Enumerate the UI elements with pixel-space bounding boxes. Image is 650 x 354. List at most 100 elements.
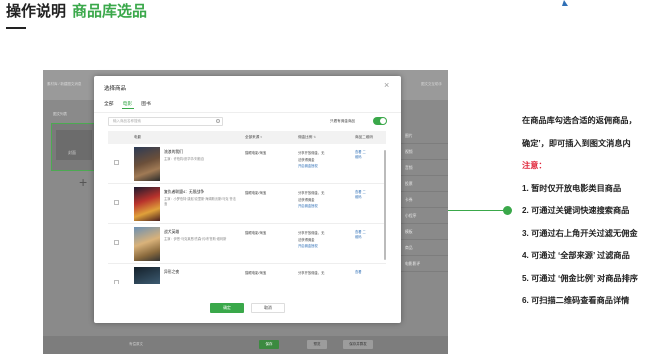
insert-item[interactable]: 投票 [401,176,448,192]
ratio-text: 分享开放佣金，无 [298,151,325,155]
ratio-text: 分享开放佣金，无 [298,191,325,195]
row-checkbox[interactable] [114,200,119,205]
movie-poster [134,147,160,181]
divider [94,112,401,113]
slide: 操作说明 商品库选品 素材库 / 新建图文消息 图文交互助手 图文列表 封面 + … [0,0,650,354]
commission-filter-toggle[interactable] [373,117,387,125]
select-goods-dialog: 选择商品 × 全部 电影 图书 输入商品名称搜索 只看有佣金商品 电影 全部来源… [94,76,401,323]
title-underline [6,27,26,29]
tab-books[interactable]: 图书 [141,100,151,107]
movie-poster [134,267,160,284]
ratio-text: 分享开放佣金，无 [298,231,325,235]
table-row: 异形之夜 猫眼电影/淘宝 分享开放佣金，无 查看 [108,264,386,284]
table-scrollbar[interactable] [384,150,386,260]
preview-button[interactable]: 预览 [307,340,327,349]
article-card[interactable]: 封面 [51,123,95,171]
add-article-icon[interactable]: + [79,174,87,190]
ratio-text-2: 法获得佣金 [298,237,315,242]
step-item: 1. 暂时仅开放电影类目商品 [522,184,622,193]
commission-ratio: 分享开放佣金，无 法获得佣金 开启佣金授权 [298,230,348,250]
column-source-label: 全部来源 [245,135,260,139]
insert-item[interactable]: 音频 [401,160,448,176]
view-qrcode-link[interactable]: 查看 二维码 [355,150,369,160]
search-icon[interactable] [216,119,220,123]
enable-commission-link[interactable]: 开启佣金授权 [298,203,348,210]
dialog-title: 选择商品 [104,86,127,92]
chevron-down-icon: ▾ [260,135,262,139]
insert-menu: 图片 视频 音频 投票 卡券 小程序 模板 商品 电影影评 [401,128,448,272]
cancel-button[interactable]: 取消 [251,303,285,313]
ratio-text-2: 法获得佣金 [298,157,315,162]
cover-label: 封面 [56,130,92,160]
commission-filter-label: 只看有佣金商品 [330,119,356,123]
insert-item[interactable]: 卡券 [401,192,448,208]
save-and-send-button[interactable]: 保存并群发 [343,340,373,349]
close-icon[interactable]: × [384,81,389,90]
assistant-link[interactable]: 图文交互助手 [421,82,442,87]
movie-source: 猫眼电影/淘宝 [245,271,267,275]
insert-item[interactable]: 商品 [401,240,448,256]
row-checkbox[interactable] [114,240,119,245]
enable-commission-link[interactable]: 开启佣金授权 [298,243,348,250]
movie-source: 猫眼电影/淘宝 [245,151,267,155]
view-qrcode-link[interactable]: 查看 二维码 [355,190,369,200]
enable-commission-link[interactable]: 开启佣金授权 [298,163,348,170]
explanation-line: 确定’，即可插入到图文消息内 [522,139,631,148]
insert-item[interactable]: 图片 [401,128,448,144]
commission-ratio: 分享开放佣金，无 [298,270,348,277]
column-goods: 电影 [134,135,142,139]
ratio-text: 分享开放佣金，无 [298,271,325,275]
insert-item[interactable]: 模板 [401,224,448,240]
article-list-label: 图文列表 [53,112,67,116]
save-button[interactable]: 保存 [259,340,279,349]
tab-all[interactable]: 全部 [104,100,114,107]
explanation-line: 在商品库勾选合适的返佣商品， [522,116,637,125]
active-tab-indicator [122,108,134,109]
movie-source: 猫眼电影/淘宝 [245,231,267,235]
original-checkbox[interactable]: 有偿原文 [129,342,143,347]
insert-item[interactable]: 视频 [401,144,448,160]
connector-line [448,210,508,211]
column-ratio[interactable]: 佣金比例 ⇅ [298,135,316,140]
movie-poster [134,227,160,261]
ratio-text-2: 法获得佣金 [298,197,315,202]
movie-meta: 主演：小罗伯特·唐尼/克里斯·海姆斯沃斯/马克·鲁法洛 [164,197,236,206]
insert-item[interactable]: 小程序 [401,208,448,224]
logo-icon [562,0,568,6]
breadcrumb[interactable]: 素材库 / 新建图文消息 [47,82,81,87]
movie-source: 猫眼电影/淘宝 [245,191,267,195]
table-header: 电影 全部来源 ▾ 佣金比例 ⇅ 商品二维码 [108,131,386,144]
movie-meta: 主演：许柏钧/张华华/刘勃自 [164,157,205,161]
row-checkbox[interactable] [114,160,119,165]
category-tabs: 全部 电影 图书 [104,100,151,107]
insert-item[interactable]: 电影影评 [401,256,448,272]
commission-ratio: 分享开放佣金，无 法获得佣金 开启佣金授权 [298,190,348,210]
title-accent: 商品库选品 [72,3,148,20]
row-checkbox[interactable] [114,280,119,284]
step-item: 3. 可通过右上角开关过滤无佣金 [522,229,638,238]
movie-poster [134,187,160,221]
commission-ratio: 分享开放佣金，无 法获得佣金 开启佣金授权 [298,150,348,170]
sort-icon: ⇅ [313,135,316,139]
movie-name: 异形之夜 [164,270,180,274]
column-ratio-label: 佣金比例 [298,135,313,139]
view-qrcode-link[interactable]: 查看 [355,270,369,275]
step-item: 2. 可通过关键词快速搜索商品 [522,206,630,215]
table-row: 战犬英雄 主演：伊恩·马克莱恩/杰森·约/布鲁斯·维利斯 猫眼电影/淘宝 分享开… [108,224,386,264]
search-placeholder: 输入商品名称搜索 [113,119,141,123]
connector-dot [503,206,512,215]
confirm-button[interactable]: 确定 [210,303,244,313]
step-item: 5. 可通过 ‘佣金比例’ 对商品排序 [522,274,638,283]
note-label: 注意： [522,161,547,170]
table-row: 流浪的我们 主演：许柏钧/张华华/刘勃自 猫眼电影/淘宝 分享开放佣金，无 法获… [108,144,386,184]
movie-meta: 主演：伊恩·马克莱恩/杰森·约/布鲁斯·维利斯 [164,237,227,241]
step-item: 4. 可通过 ‘全部来源’ 过滤商品 [522,251,630,260]
title-dark: 操作说明 [6,3,67,20]
movie-name: 流浪的我们 [164,150,183,154]
view-qrcode-link[interactable]: 查看 二维码 [355,230,369,240]
column-qr: 商品二维码 [355,135,373,139]
search-input[interactable]: 输入商品名称搜索 [108,117,223,126]
column-source[interactable]: 全部来源 ▾ [245,135,262,140]
tab-movie[interactable]: 电影 [123,100,133,107]
page-title: 操作说明 商品库选品 [6,0,147,21]
